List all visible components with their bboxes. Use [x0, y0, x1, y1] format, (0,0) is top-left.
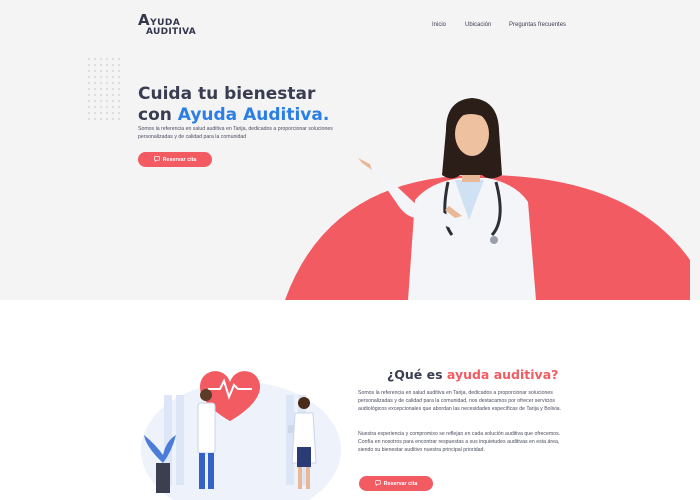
about-title: ¿Qué es ayuda auditiva? [387, 367, 559, 382]
doctors-heart-illustration [141, 371, 341, 500]
nav-item-ubicacion[interactable]: Ubicación [465, 22, 491, 28]
about-paragraph-2: Nuestra experiencia y compromiso se refl… [358, 431, 561, 454]
chat-bubble-icon [153, 155, 160, 164]
about-book-appointment-button[interactable]: Reservar cita [359, 476, 433, 491]
dot-pattern-decoration [86, 56, 122, 120]
about-title-accent: ayuda auditiva? [446, 367, 559, 382]
about-paragraph-1: Somos la referencia en salud auditiva en… [358, 390, 561, 413]
hero-doctor-illustration [285, 98, 690, 300]
hero-section: AYUDA AUDITIVA Inicio Ubicación Pregunta… [0, 0, 700, 300]
chat-bubble-icon [374, 479, 381, 488]
nav-item-inicio[interactable]: Inicio [432, 22, 446, 28]
brand-logo[interactable]: AYUDA AUDITIVA [138, 13, 196, 37]
hero-book-appointment-button[interactable]: Reservar cita [138, 152, 212, 167]
nav-item-preguntas[interactable]: Preguntas frecuentes [509, 22, 566, 28]
